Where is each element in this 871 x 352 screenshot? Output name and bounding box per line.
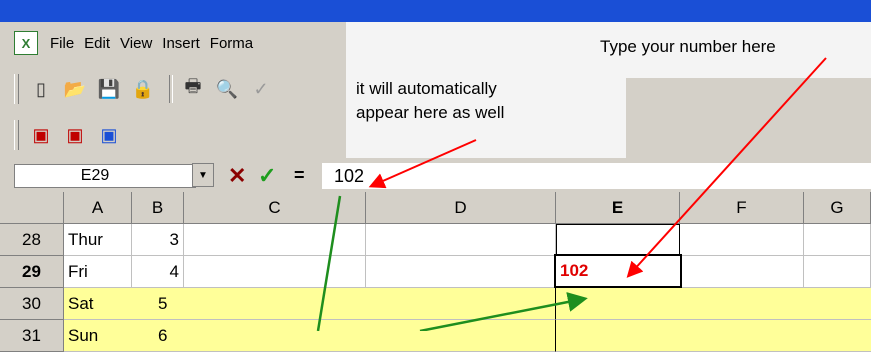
row-header-29[interactable]: 29 <box>0 256 64 288</box>
callout-appear-line1: it will automatically <box>356 79 497 98</box>
callout-type-here: Type your number here <box>600 37 776 56</box>
cell-c30-d30[interactable] <box>184 288 556 320</box>
column-header-f[interactable]: F <box>680 192 804 224</box>
name-box[interactable]: E29 <box>14 164 196 188</box>
standard-toolbar: ▯ 📂 💾 🔒 🖶 🔍 ✓ <box>14 70 346 108</box>
cell-f28[interactable] <box>680 224 804 256</box>
column-header-c[interactable]: C <box>184 192 366 224</box>
select-all-corner[interactable] <box>0 192 64 224</box>
toolbar-separator <box>169 75 173 103</box>
toolbar-grip[interactable] <box>14 120 19 150</box>
cell-d28[interactable] <box>366 224 556 256</box>
cell-g29[interactable] <box>804 256 871 288</box>
cell-b30[interactable]: 5 <box>132 288 184 320</box>
save-disk-icon[interactable]: 💾 <box>95 75 123 103</box>
pdf-toolbar: ▣ ▣ ▣ <box>14 116 346 154</box>
cell-c31-d31[interactable] <box>184 320 556 352</box>
pdf-convert-icon[interactable]: ▣ <box>27 121 55 149</box>
row-header-30[interactable]: 30 <box>0 288 64 320</box>
cell-e30-g30[interactable] <box>556 288 871 320</box>
cell-e29-active[interactable]: 102 <box>554 254 682 288</box>
column-header-a[interactable]: A <box>64 192 132 224</box>
print-preview-icon[interactable]: 🔍 <box>213 75 241 103</box>
pdf-email-icon[interactable]: ▣ <box>61 121 89 149</box>
open-folder-icon[interactable]: 📂 <box>61 75 89 103</box>
spreadsheet-grid: A B C D E F G 28 Thur 3 29 Fri 4 102 30 … <box>0 192 871 352</box>
cell-c28[interactable] <box>184 224 366 256</box>
column-header-d[interactable]: D <box>366 192 556 224</box>
title-bar <box>0 0 871 22</box>
cell-b28[interactable]: 3 <box>132 224 184 256</box>
menu-bar: X File Edit View Insert Forma <box>14 28 346 58</box>
callout-appear-line2: appear here as well <box>356 103 505 122</box>
permission-icon[interactable]: 🔒 <box>129 75 157 103</box>
menu-edit[interactable]: Edit <box>84 35 110 52</box>
cell-g28[interactable] <box>804 224 871 256</box>
print-icon[interactable]: 🖶 <box>179 75 207 103</box>
equals-icon[interactable]: = <box>294 165 305 186</box>
cancel-icon[interactable]: ✕ <box>228 163 246 189</box>
column-header-e[interactable]: E <box>556 192 680 224</box>
menu-view[interactable]: View <box>120 35 152 52</box>
menu-format[interactable]: Forma <box>210 35 253 52</box>
column-header-g[interactable]: G <box>804 192 871 224</box>
cell-b29[interactable]: 4 <box>132 256 184 288</box>
cell-a28[interactable]: Thur <box>64 224 132 256</box>
spelling-icon[interactable]: ✓ <box>247 75 275 103</box>
check-icon[interactable]: ✓ <box>258 163 276 189</box>
row-header-31[interactable]: 31 <box>0 320 64 352</box>
row-header-28[interactable]: 28 <box>0 224 64 256</box>
cell-d29[interactable] <box>366 256 556 288</box>
new-document-icon[interactable]: ▯ <box>27 75 55 103</box>
cell-b31[interactable]: 6 <box>132 320 184 352</box>
chevron-down-icon[interactable]: ▼ <box>192 163 214 187</box>
excel-app-icon[interactable]: X <box>14 31 38 55</box>
cell-a29[interactable]: Fri <box>64 256 132 288</box>
pdf-review-icon[interactable]: ▣ <box>95 121 123 149</box>
cell-a30[interactable]: Sat <box>64 288 132 320</box>
cell-f29[interactable] <box>682 256 804 288</box>
column-header-b[interactable]: B <box>132 192 184 224</box>
callout-box-top: Type your number here <box>346 22 871 78</box>
cell-c29[interactable] <box>184 256 366 288</box>
cell-e31-g31[interactable] <box>556 320 871 352</box>
cell-e28[interactable] <box>556 224 680 256</box>
menu-insert[interactable]: Insert <box>162 35 200 52</box>
toolbar-grip[interactable] <box>14 74 19 104</box>
cell-a31[interactable]: Sun <box>64 320 132 352</box>
formula-input[interactable]: 102 <box>322 163 871 189</box>
menu-file[interactable]: File <box>50 35 74 52</box>
callout-box-left: it will automatically appear here as wel… <box>346 76 626 158</box>
